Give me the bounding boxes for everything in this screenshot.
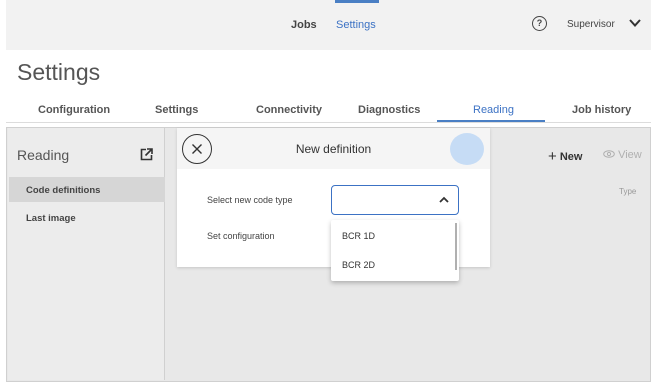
tab-configuration[interactable]: Configuration [38, 104, 110, 116]
external-link-icon[interactable] [140, 148, 153, 161]
sidebar-item-code-definitions[interactable]: Code definitions [26, 185, 100, 196]
tab-job-history[interactable]: Job history [572, 104, 631, 116]
tab-diagnostics[interactable]: Diagnostics [358, 104, 420, 116]
top-bar [6, 0, 651, 50]
tab-connectivity[interactable]: Connectivity [256, 104, 322, 116]
tabs-divider [6, 122, 651, 123]
chevron-up-icon [439, 196, 449, 203]
view-button[interactable]: View [603, 149, 642, 161]
tab-settings[interactable]: Settings [155, 104, 198, 116]
user-menu-label[interactable]: Supervisor [567, 19, 615, 30]
active-nav-indicator [335, 0, 379, 3]
column-header-type: Type [619, 187, 637, 196]
sidebar-title: Reading [17, 147, 70, 163]
code-type-select[interactable] [331, 185, 459, 215]
view-button-label: View [618, 149, 642, 161]
new-button-label: New [559, 151, 583, 163]
nav-jobs[interactable]: Jobs [291, 19, 317, 31]
dialog-title: New definition [295, 142, 372, 156]
option-bcr-1d[interactable]: BCR 1D [342, 231, 375, 241]
tab-reading[interactable]: Reading [473, 104, 514, 116]
set-configuration-label: Set configuration [207, 231, 275, 241]
chevron-down-icon[interactable] [628, 16, 642, 30]
active-tab-indicator [437, 120, 545, 122]
plus-icon: + [548, 148, 557, 165]
option-bcr-2d[interactable]: BCR 2D [342, 260, 375, 270]
sidebar-item-last-image[interactable]: Last image [26, 213, 76, 224]
eye-icon [603, 150, 615, 158]
sidebar [8, 128, 165, 380]
new-button[interactable]: + New [548, 148, 582, 165]
page-title: Settings [17, 59, 101, 85]
question-circle-icon[interactable]: ? [532, 16, 547, 31]
confirm-button[interactable] [450, 133, 484, 165]
dropdown-scrollbar[interactable] [455, 223, 457, 270]
nav-settings[interactable]: Settings [336, 19, 376, 31]
code-type-dropdown: BCR 1D BCR 2D [331, 220, 459, 281]
select-code-type-label: Select new code type [207, 195, 293, 205]
